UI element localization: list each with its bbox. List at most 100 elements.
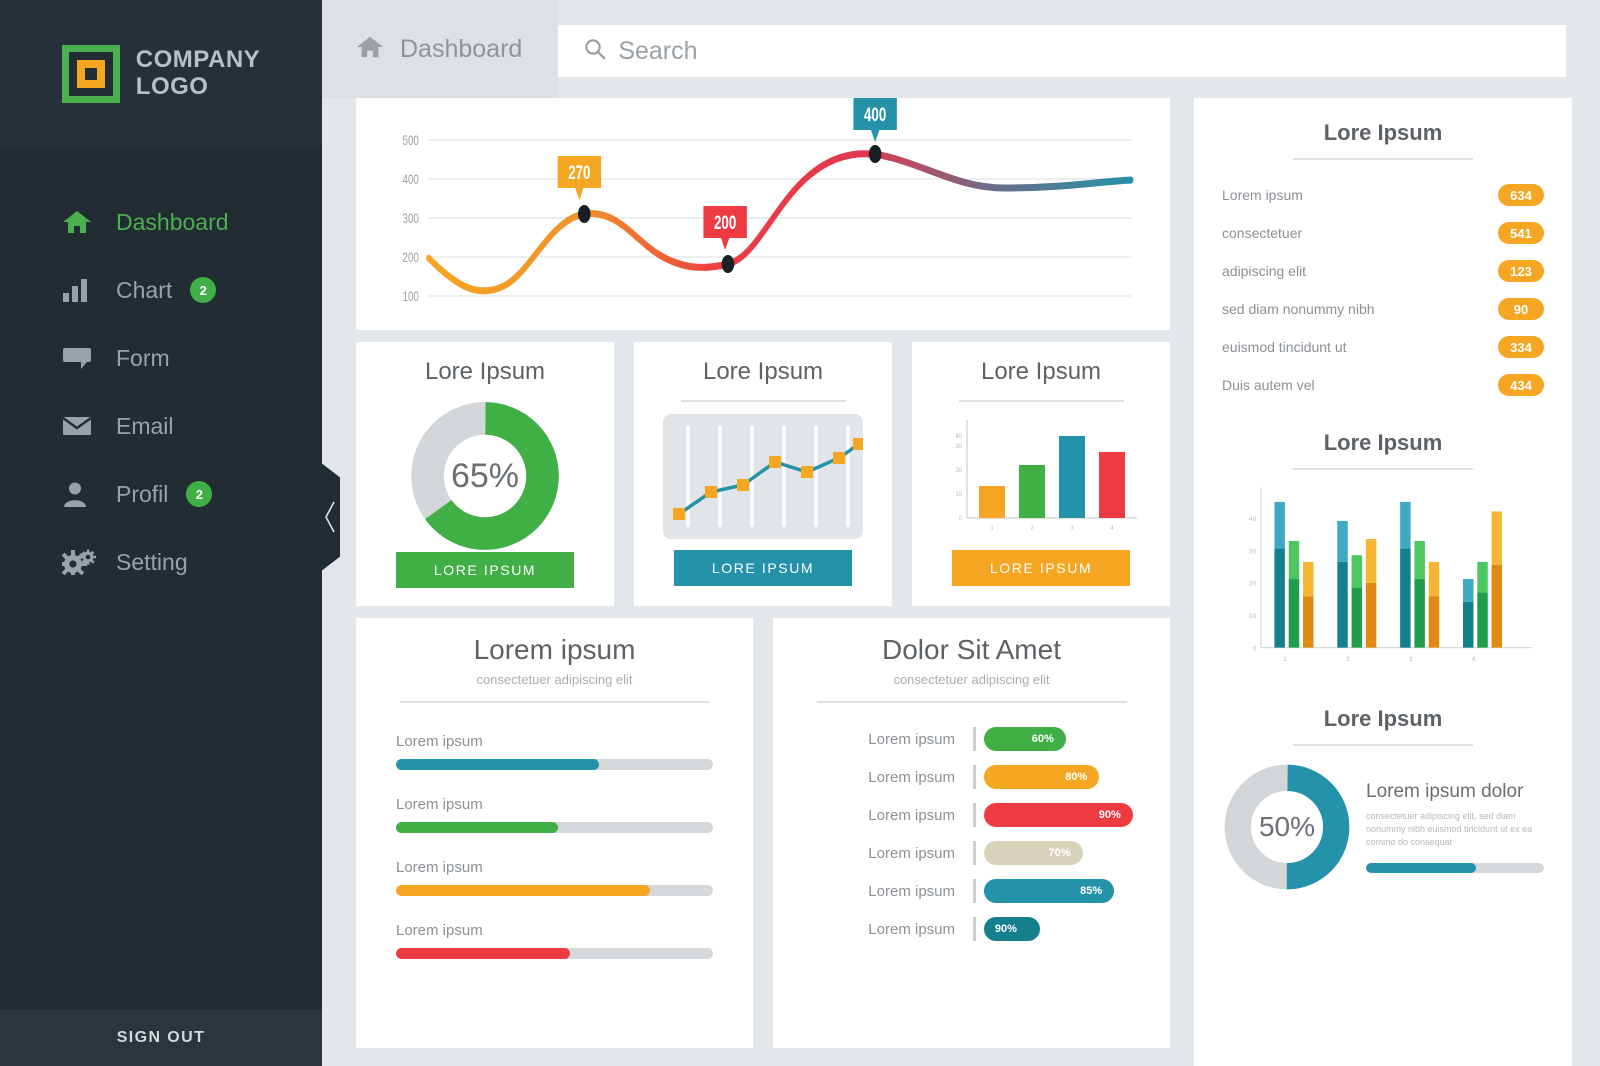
sidebar-item-email[interactable]: Email xyxy=(0,392,322,460)
chevron-left-icon xyxy=(323,497,337,537)
marker-400: 400 xyxy=(853,98,897,142)
right-donut-panel: Lore Ipsum 50% Lorem ipsum dolor consect… xyxy=(1222,706,1544,892)
list-item-label: sed diam nonummy nibh xyxy=(1222,301,1375,317)
list-item[interactable]: Duis autem vel 434 xyxy=(1222,366,1544,404)
donut-50-heading: Lorem ipsum dolor xyxy=(1366,780,1524,802)
svg-text:3: 3 xyxy=(1070,526,1074,532)
donut-card-title: Lore Ipsum xyxy=(424,358,546,385)
progress-label: Lorem ipsum xyxy=(396,859,483,876)
progress-card-subtitle: consectetuer adipiscing elit xyxy=(476,672,633,687)
search-icon xyxy=(584,38,606,65)
sidebar-item-dashboard[interactable]: Dashboard xyxy=(0,188,322,256)
svg-text:20: 20 xyxy=(1249,581,1257,588)
right-donut-title: Lore Ipsum xyxy=(1323,706,1443,731)
miniline-card-cta[interactable]: LORE IPSUM xyxy=(674,550,852,586)
hbar-value: 60% xyxy=(984,727,1066,751)
hbar-value: 70% xyxy=(984,841,1083,865)
svg-text:0: 0 xyxy=(958,516,962,522)
list-item[interactable]: consectetuer 541 xyxy=(1222,214,1544,252)
minibars-card: Lore Ipsum 0 10 20 30 40 1 2 3 4 LORE IP… xyxy=(912,342,1170,606)
content-area: 500 400 300 200 100 270 200 400 Lore Ips… xyxy=(322,98,1600,1066)
donut-50-copy: Lorem ipsum dolor consectetuer adipiscin… xyxy=(1366,780,1544,874)
sidebar-item-profil[interactable]: Profil 2 xyxy=(0,460,322,528)
list-item-badge: 90 xyxy=(1498,298,1544,320)
logo-area: COMPANY LOGO xyxy=(0,0,322,148)
speech-bubble-icon xyxy=(62,346,98,370)
miniline-card: Lore Ipsum LORE IPSUM xyxy=(634,342,892,606)
logo-line-2: LOGO xyxy=(135,73,209,100)
svg-text:270: 270 xyxy=(568,163,590,184)
donut-card: Lore Ipsum 65% LORE IPSUM xyxy=(356,342,614,606)
progress-card: Lorem ipsum consectetuer adipiscing elit… xyxy=(356,618,753,1048)
minibars-chart: 0 10 20 30 40 1 2 3 4 xyxy=(912,402,1170,550)
list-item[interactable]: Lorem ipsum 634 xyxy=(1222,176,1544,214)
hbar-value: 85% xyxy=(984,879,1115,903)
sign-out-button[interactable]: SIGN OUT xyxy=(0,1010,322,1066)
hbars-card-title: Dolor Sit Amet xyxy=(882,634,1061,665)
list-item[interactable]: euismod tincidunt ut 334 xyxy=(1222,328,1544,366)
right-bar-title: Lore Ipsum xyxy=(1323,430,1443,455)
envelope-icon xyxy=(62,415,98,437)
donut-50-value: 50% xyxy=(1258,811,1316,842)
list-item-badge: 434 xyxy=(1498,374,1544,396)
svg-text:200: 200 xyxy=(714,213,736,234)
sidebar-label-profil: Profil xyxy=(116,480,169,507)
svg-text:10: 10 xyxy=(1249,613,1257,620)
miniline-card-title: Lore Ipsum xyxy=(702,358,824,385)
topbar: Dashboard Search xyxy=(322,0,1600,98)
left-column: 500 400 300 200 100 270 200 400 Lore Ips… xyxy=(356,98,1170,1066)
list-item-label: consectetuer xyxy=(1222,225,1303,241)
bar-group-4 xyxy=(1463,511,1503,648)
list-item-badge: 634 xyxy=(1498,184,1544,206)
divider xyxy=(1293,468,1473,470)
donut-50-row: 50% Lorem ipsum dolor consectetuer adipi… xyxy=(1222,762,1544,892)
sidebar-label-chart: Chart xyxy=(116,276,173,303)
svg-text:40: 40 xyxy=(1249,516,1257,523)
svg-text:20: 20 xyxy=(955,468,962,474)
list-item-label: Lorem ipsum xyxy=(1222,187,1303,203)
sidebar-item-setting[interactable]: Setting xyxy=(0,528,322,596)
dashboard-app: COMPANY LOGO Dashboard Chart 2 Form Emai… xyxy=(0,0,1600,1066)
hbar-row: Lorem ipsum 85% xyxy=(773,879,1170,903)
hbar-row: Lorem ipsum 80% xyxy=(773,765,1170,789)
donut-card-cta[interactable]: LORE IPSUM xyxy=(396,552,574,588)
marker-200: 200 xyxy=(703,206,747,250)
progress-fill xyxy=(396,948,571,959)
minibars-card-cta[interactable]: LORE IPSUM xyxy=(952,550,1130,586)
list-item[interactable]: adipiscing elit 123 xyxy=(1222,252,1544,290)
progress-fill xyxy=(396,759,599,770)
donut-65-value: 65% xyxy=(450,456,520,495)
sidebar-collapse-toggle[interactable] xyxy=(320,462,340,572)
minibars-card-title: Lore Ipsum xyxy=(980,358,1102,385)
sidebar-label-form: Form xyxy=(116,344,170,371)
hbar-label: Lorem ipsum xyxy=(868,768,955,786)
svg-text:200: 200 xyxy=(402,249,419,265)
breadcrumb[interactable]: Dashboard xyxy=(322,0,559,98)
search-placeholder: Search xyxy=(618,36,698,65)
progress-label: Lorem ipsum xyxy=(396,922,483,939)
list-item-label: adipiscing elit xyxy=(1222,263,1307,279)
minibars-svg: 0 10 20 30 40 1 2 3 4 xyxy=(955,419,1137,532)
marker-270: 270 xyxy=(557,156,602,200)
right-list-title: Lore Ipsum xyxy=(1323,120,1443,145)
sidebar-item-chart[interactable]: Chart 2 xyxy=(0,256,322,324)
svg-text:30: 30 xyxy=(1249,548,1257,555)
hbar-row: Lorem ipsum 90% xyxy=(773,803,1170,827)
home-icon xyxy=(62,209,98,235)
svg-text:300: 300 xyxy=(402,210,419,226)
search-input[interactable]: Search xyxy=(558,25,1566,77)
svg-text:2: 2 xyxy=(1030,526,1034,532)
list-item[interactable]: sed diam nonummy nibh 90 xyxy=(1222,290,1544,328)
hbar-row: Lorem ipsum 90% xyxy=(773,917,1170,941)
donut-50-progress-track xyxy=(1366,863,1544,874)
svg-text:1: 1 xyxy=(990,526,994,532)
home-icon xyxy=(356,34,384,65)
main-area: Dashboard Search 500 400 300 200 100 270… xyxy=(322,0,1600,1066)
divider xyxy=(1293,158,1473,160)
hbar-label: Lorem ipsum xyxy=(868,730,955,748)
list-item-badge: 123 xyxy=(1498,260,1544,282)
progress-row: Lorem ipsum xyxy=(396,796,713,833)
gears-icon xyxy=(62,549,98,575)
person-icon xyxy=(62,481,98,507)
sidebar-item-form[interactable]: Form xyxy=(0,324,322,392)
